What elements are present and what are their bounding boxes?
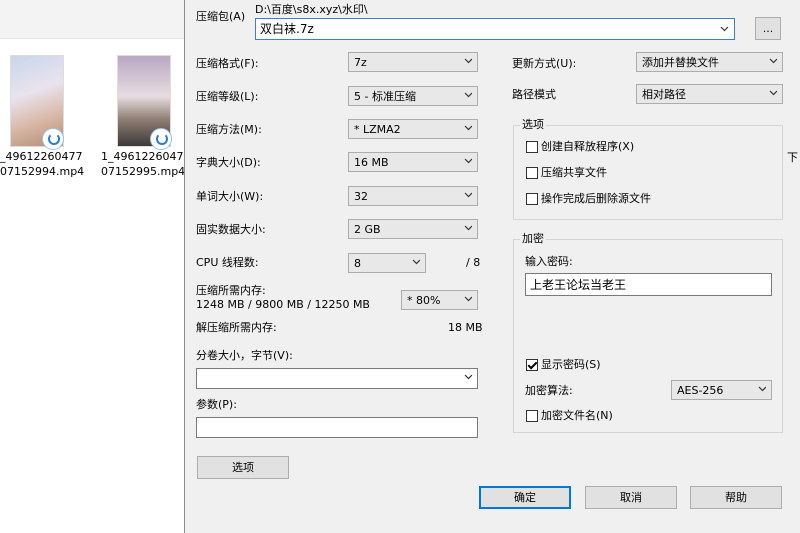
- memory-label: 压缩所需内存:: [196, 284, 266, 297]
- password-label: 输入密码:: [525, 255, 573, 268]
- solid-block-select[interactable]: 2 GB: [348, 219, 478, 239]
- background-window-edge: 下: [784, 0, 800, 533]
- memory-percent-select[interactable]: * 80%: [401, 290, 478, 310]
- chevron-down-icon: [464, 374, 472, 380]
- dictionary-select[interactable]: 16 MB: [348, 152, 478, 172]
- decompress-memory-value: 18 MB: [448, 321, 483, 334]
- file-item-video-2[interactable]: 1_49612260477 07152995.mp4: [100, 50, 190, 190]
- solid-block-label: 固实数据大小:: [196, 223, 266, 236]
- show-password-label: 显示密码(S): [541, 358, 601, 371]
- encryption-group-title: 加密: [520, 232, 546, 246]
- cpu-threads-value: 8: [354, 257, 361, 270]
- chevron-down-icon: [464, 225, 472, 231]
- sfx-checkbox[interactable]: [526, 141, 538, 153]
- path-mode-select[interactable]: 相对路径: [636, 84, 783, 104]
- format-select[interactable]: 7z: [348, 52, 478, 72]
- update-mode-select[interactable]: 添加并替换文件: [636, 52, 783, 72]
- file-name-line1: _49612260477: [0, 150, 83, 163]
- chevron-down-icon: [464, 125, 472, 131]
- encrypt-filenames-checkbox[interactable]: [526, 410, 538, 422]
- word-size-label: 单词大小(W):: [196, 190, 264, 203]
- delete-after-checkbox[interactable]: [526, 193, 538, 205]
- sfx-label: 创建自释放程序(X): [541, 140, 635, 153]
- word-size-value: 32: [354, 190, 368, 203]
- decompress-memory-label: 解压缩所需内存:: [196, 321, 277, 334]
- browse-button[interactable]: ...: [755, 17, 781, 40]
- chevron-down-icon: [464, 296, 472, 302]
- encrypt-filenames-label: 加密文件名(N): [541, 409, 613, 422]
- password-value: 上老王论坛当老王: [530, 278, 627, 292]
- archive-name-value: 双白袜.7z: [260, 22, 314, 36]
- ok-button[interactable]: 确定: [479, 486, 571, 509]
- encryption-method-select[interactable]: AES-256: [671, 380, 772, 400]
- explorer-toolbar-strip: [0, 0, 184, 39]
- method-select[interactable]: * LZMA2: [348, 119, 478, 139]
- parameters-label: 参数(P):: [196, 398, 237, 411]
- path-mode-label: 路径模式: [512, 88, 556, 101]
- cpu-threads-label: CPU 线程数:: [196, 256, 259, 269]
- parameters-input[interactable]: [196, 417, 478, 438]
- file-name-line2: 07152994.mp4: [0, 165, 85, 178]
- dictionary-label: 字典大小(D):: [196, 156, 261, 169]
- archive-path-text: D:\百度\s8x.xyz\水印\: [255, 3, 368, 16]
- file-item-video-1[interactable]: _49612260477 07152994.mp4: [0, 50, 90, 190]
- encryption-method-value: AES-256: [677, 384, 724, 397]
- sync-status-icon: [150, 128, 172, 150]
- file-name-line2: 07152995.mp4: [101, 165, 186, 178]
- archive-name-combo[interactable]: 双白袜.7z: [255, 18, 735, 40]
- chevron-down-icon: [758, 386, 766, 392]
- split-volume-combo[interactable]: [196, 368, 478, 389]
- solid-block-value: 2 GB: [354, 223, 381, 236]
- options-button[interactable]: 选项: [197, 456, 289, 479]
- partial-text: 下: [787, 151, 798, 164]
- memory-values: 1248 MB / 9800 MB / 12250 MB: [196, 298, 370, 311]
- add-to-archive-dialog: 压缩包(A) D:\百度\s8x.xyz\水印\ 双白袜.7z ... 压缩格式…: [184, 0, 785, 533]
- cpu-threads-select[interactable]: 8: [348, 253, 426, 273]
- level-label: 压缩等级(L):: [196, 90, 259, 103]
- dictionary-value: 16 MB: [354, 156, 389, 169]
- sync-status-icon: [42, 128, 64, 150]
- options-group-title: 选项: [520, 118, 546, 132]
- split-volume-label: 分卷大小，字节(V):: [196, 349, 293, 362]
- update-mode-value: 添加并替换文件: [642, 56, 719, 69]
- chevron-down-icon: [720, 26, 729, 32]
- method-label: 压缩方法(M):: [196, 123, 262, 136]
- delete-after-label: 操作完成后删除源文件: [541, 192, 651, 205]
- level-select[interactable]: 5 - 标准压缩: [348, 86, 478, 106]
- shared-files-label: 压缩共享文件: [541, 166, 607, 179]
- help-button[interactable]: 帮助: [690, 486, 782, 509]
- chevron-down-icon: [464, 92, 472, 98]
- update-mode-label: 更新方式(U):: [512, 57, 577, 70]
- method-value: * LZMA2: [354, 123, 401, 136]
- chevron-down-icon: [769, 90, 777, 96]
- options-group: 选项 创建自释放程序(X) 压缩共享文件 操作完成后删除源文件: [513, 118, 783, 220]
- file-name-line1: 1_49612260477: [101, 150, 191, 163]
- chevron-down-icon: [464, 192, 472, 198]
- encryption-group: 加密 输入密码: 上老王论坛当老王 显示密码(S) 加密算法: AES-256 …: [513, 232, 783, 433]
- level-value: 5 - 标准压缩: [354, 90, 416, 103]
- show-password-checkbox[interactable]: [526, 359, 538, 371]
- encryption-method-label: 加密算法:: [525, 384, 573, 397]
- cancel-button[interactable]: 取消: [585, 486, 677, 509]
- password-input[interactable]: 上老王论坛当老王: [525, 273, 772, 296]
- chevron-down-icon: [412, 259, 420, 265]
- chevron-down-icon: [769, 58, 777, 64]
- path-mode-value: 相对路径: [642, 88, 686, 101]
- archive-label: 压缩包(A): [196, 10, 246, 23]
- memory-percent-value: * 80%: [407, 294, 441, 307]
- format-label: 压缩格式(F):: [196, 57, 259, 70]
- shared-files-checkbox[interactable]: [526, 167, 538, 179]
- cpu-threads-total: / 8: [466, 256, 481, 269]
- chevron-down-icon: [464, 158, 472, 164]
- format-value: 7z: [354, 56, 367, 69]
- chevron-down-icon: [464, 58, 472, 64]
- word-size-select[interactable]: 32: [348, 186, 478, 206]
